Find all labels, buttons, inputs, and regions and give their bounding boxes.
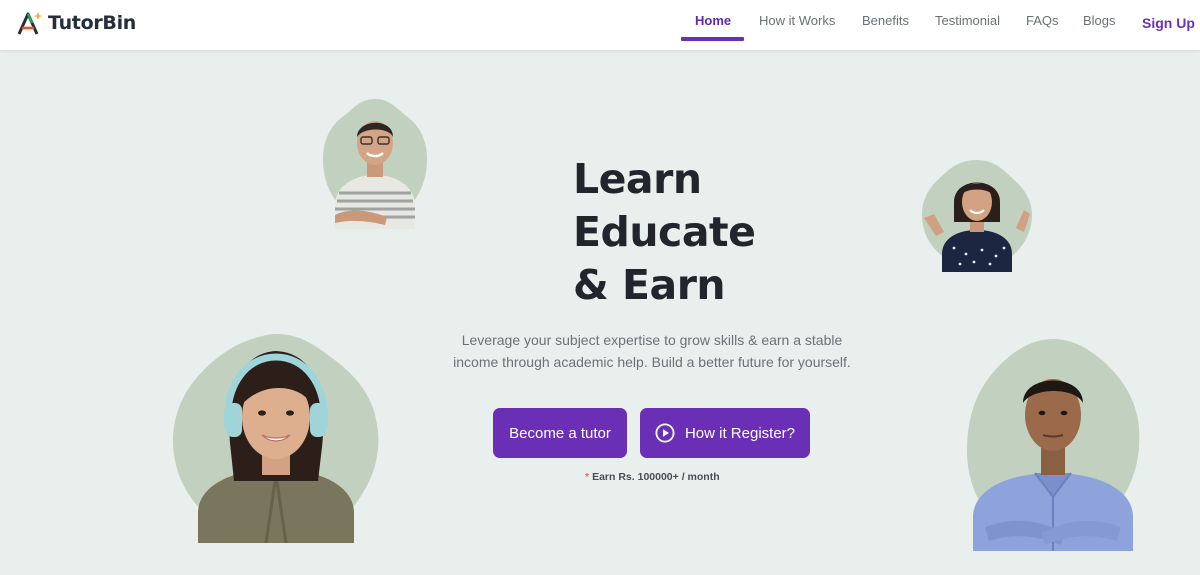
hero-title-line-1: Learn xyxy=(573,155,702,203)
earnings-note-text: Earn Rs. 100000+ / month xyxy=(592,471,720,483)
nav-item-blogs[interactable]: Blogs xyxy=(1083,13,1116,28)
hero-title: Learn Educate & Earn xyxy=(573,153,756,312)
sign-up-link[interactable]: Sign Up xyxy=(1142,15,1195,31)
play-circle-icon xyxy=(655,423,675,443)
earnings-note: * Earn Rs. 100000+ / month xyxy=(585,471,720,483)
top-navbar: TutorBin Home How it Works Benefits Test… xyxy=(0,0,1200,51)
become-a-tutor-label: Become a tutor xyxy=(509,424,611,442)
asterisk-marker: * xyxy=(585,471,590,483)
tutor-portrait-man-striped-shirt xyxy=(321,97,429,229)
nav-item-benefits[interactable]: Benefits xyxy=(862,13,909,28)
how-it-register-button[interactable]: How it Register? xyxy=(640,408,810,458)
nav-item-faqs[interactable]: FAQs xyxy=(1026,13,1059,28)
hero-title-line-2: Educate xyxy=(573,208,756,256)
nav-item-home[interactable]: Home xyxy=(695,13,731,28)
main-nav: Home How it Works Benefits Testimonial F… xyxy=(0,0,1200,51)
active-nav-indicator xyxy=(681,37,744,41)
hero-description: Leverage your subject expertise to grow … xyxy=(453,332,851,370)
become-a-tutor-button[interactable]: Become a tutor xyxy=(493,408,627,458)
nav-item-how-it-works[interactable]: How it Works xyxy=(759,13,835,28)
tutor-portrait-man-blue-shirt xyxy=(965,337,1141,551)
nav-item-testimonial[interactable]: Testimonial xyxy=(935,13,1000,28)
tutor-portrait-woman-headphones xyxy=(170,331,382,543)
tutor-portrait-woman-polka-dot xyxy=(920,158,1034,272)
how-it-register-label: How it Register? xyxy=(684,424,796,442)
hero-title-line-3: & Earn xyxy=(573,261,726,309)
